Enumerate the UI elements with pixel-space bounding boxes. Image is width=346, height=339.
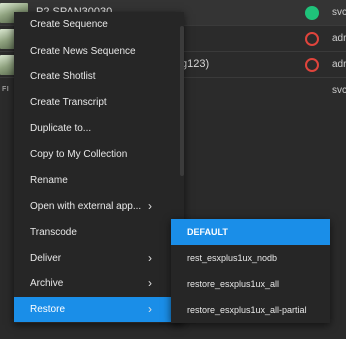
menu-item-label: Open with external app... [30,201,142,212]
menu-item-transcode[interactable]: Transcode [14,220,184,245]
chevron-right-icon: › [148,302,152,316]
menu-item-label: Duplicate to... [30,123,92,134]
menu-item-label: Create News Sequence [30,46,136,57]
menu-item-archive[interactable]: Archive › [14,271,184,296]
submenu-item-restore-all-partial[interactable]: restore_esxplus1ux_all-partial [171,297,330,323]
menu-item-label: Restore [30,304,66,315]
menu-item-label: Create Transcript [30,97,107,108]
asset-owner: adr [332,59,346,70]
menu-item-duplicate-to[interactable]: Duplicate to... [14,116,184,141]
menu-item-create-shotlist[interactable]: Create Shotlist [14,64,184,89]
status-offline-icon [305,58,319,72]
menu-item-deliver[interactable]: Deliver › [14,246,184,271]
submenu-item-label: DEFAULT [187,227,228,237]
asset-owner: adr [332,33,346,44]
menu-item-label: Deliver [30,253,62,264]
menu-item-create-sequence[interactable]: Create Sequence [14,12,184,37]
restore-submenu: DEFAULT rest_esxplus1ux_nodb restore_esx… [171,219,330,323]
asset-title: g123) [181,58,210,70]
status-online-icon [305,6,319,20]
menu-item-open-with-external-app[interactable]: Open with external app... › [14,194,184,219]
asset-owner: svc [332,85,346,96]
status-offline-icon [305,32,319,46]
submenu-item-restore-all[interactable]: restore_esxplus1ux_all [171,271,330,297]
menu-item-label: Create Sequence [30,19,108,30]
menu-item-copy-to-my-collection[interactable]: Copy to My Collection [14,142,184,167]
chevron-right-icon: › [148,251,152,265]
chevron-right-icon: › [148,199,152,213]
menu-item-restore[interactable]: Restore › [14,297,184,322]
menu-item-create-transcript[interactable]: Create Transcript [14,90,184,115]
submenu-item-label: restore_esxplus1ux_all [187,279,280,289]
menu-item-create-news-sequence[interactable]: Create News Sequence [14,39,184,64]
menu-item-label: Archive [30,278,64,289]
asset-owner: svc [332,7,346,18]
menu-item-label: Rename [30,175,68,186]
submenu-item-label: restore_esxplus1ux_all-partial [187,305,307,315]
menu-item-rename[interactable]: Rename [14,168,184,193]
menu-item-label: Transcode [30,227,77,238]
context-menu: Create Sequence Create News Sequence Cre… [14,12,184,323]
submenu-item-label: rest_esxplus1ux_nodb [187,253,278,263]
menu-item-label: Create Shotlist [30,71,96,82]
asset-type-label: FI [2,86,10,93]
submenu-item-rest-nodb[interactable]: rest_esxplus1ux_nodb [171,245,330,271]
menu-item-label: Copy to My Collection [30,149,128,160]
submenu-item-default[interactable]: DEFAULT [171,219,330,245]
chevron-right-icon: › [148,276,152,290]
